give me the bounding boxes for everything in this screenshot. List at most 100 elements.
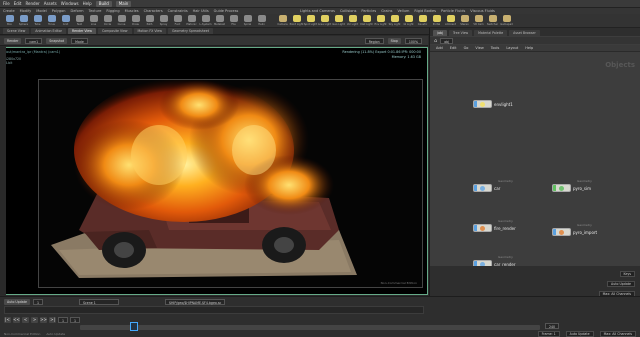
path-field[interactable]: $HIP/geo/$HIPNAME.$F4.bgeo.sc	[165, 298, 226, 305]
node-pyro-sim[interactable]: pyro_sim Geometry	[552, 179, 592, 192]
network-menu-add[interactable]: Add	[436, 46, 443, 50]
shelf-tab[interactable]: Model	[36, 9, 47, 13]
start-frame-field[interactable]: 1	[70, 316, 81, 323]
frame-range-track[interactable]	[80, 325, 540, 330]
tool-grid[interactable]: Grid	[60, 14, 71, 27]
tool-point-light[interactable]: Point Light	[290, 14, 303, 27]
auto-update-button[interactable]: Auto Update	[4, 298, 30, 305]
current-frame-field[interactable]: 1	[58, 316, 69, 323]
network-tab[interactable]: Material Palette	[474, 30, 508, 36]
shelf-tab[interactable]: Rigging	[106, 9, 119, 13]
tool-ambient[interactable]: Ambient	[445, 14, 456, 27]
shelf-tab[interactable]: Rigid Bodies	[414, 9, 436, 13]
play-icon[interactable]: >	[31, 316, 38, 323]
render-button[interactable]: Render	[4, 37, 22, 44]
tool-gamepad[interactable]: Gamepad	[500, 14, 513, 27]
home-icon[interactable]: ⌂	[434, 38, 437, 44]
shelf-tab[interactable]: Collisions	[340, 9, 356, 13]
menu-item-windows[interactable]: Windows	[61, 1, 79, 6]
timeline-ruler[interactable]	[4, 306, 424, 314]
network-tab[interactable]: /obj	[433, 30, 447, 36]
tab-geometry-spreadsheet[interactable]: Geometry Spreadsheet	[167, 28, 213, 34]
tool-l-system[interactable]: L-System	[200, 14, 212, 27]
auto-update-select[interactable]: Auto Update	[607, 281, 635, 287]
node-body[interactable]	[473, 184, 492, 192]
tool-line[interactable]: Line	[88, 14, 99, 27]
node-body[interactable]	[473, 224, 492, 232]
node-fire-render[interactable]: fire_render Geometry	[473, 219, 516, 232]
tab-composite-view[interactable]: Composite View	[97, 28, 132, 34]
network-menu-go[interactable]: Go	[464, 46, 469, 50]
status-field[interactable]: Auto Update	[565, 330, 594, 337]
status-field[interactable]: Max: All Channels	[599, 330, 636, 337]
tab-render-view[interactable]: Render View	[68, 28, 96, 34]
node-body[interactable]	[552, 184, 571, 192]
skip-end-icon[interactable]: >|	[49, 316, 56, 323]
tool-geo-light[interactable]: Geo Light	[332, 14, 345, 27]
scene-field[interactable]: Scene 1	[79, 298, 119, 305]
display-flag[interactable]	[474, 225, 477, 231]
network-tab[interactable]: Asset Browser	[509, 30, 540, 36]
shelf-tab[interactable]: Muscles	[125, 9, 139, 13]
zoom-select[interactable]: 100%	[404, 37, 422, 44]
mode-select[interactable]: Mode	[71, 37, 88, 44]
menu-item-help[interactable]: Help	[83, 1, 92, 6]
shelf-tab[interactable]: Particles	[361, 9, 376, 13]
tool-switcher[interactable]: Switcher	[487, 14, 498, 27]
shelf-tab[interactable]: Particle Fluids	[441, 9, 465, 13]
shelf-tab[interactable]: Hair Utils	[193, 9, 209, 13]
shelf-tab[interactable]: Deform	[71, 9, 84, 13]
tool-env-light[interactable]: Env Light	[374, 14, 387, 27]
tool-area-light[interactable]: Area Light	[318, 14, 331, 27]
shelf-tab[interactable]: Viscous Fluids	[470, 9, 495, 13]
tool-draw[interactable]: Draw	[130, 14, 141, 27]
camera-select[interactable]: cam1	[25, 37, 43, 44]
tool-box[interactable]: Box	[4, 14, 15, 27]
menu-item-assets[interactable]: Assets	[44, 1, 57, 6]
node-car[interactable]: car Geometry	[473, 179, 513, 192]
network-tab[interactable]: Tree View	[448, 30, 473, 36]
shelf-tab[interactable]: Lights and Cameras	[300, 9, 335, 13]
main-select[interactable]: Main	[115, 0, 132, 7]
tool-spot-light[interactable]: Spot Light	[304, 14, 317, 27]
tool-curve[interactable]: Curve	[116, 14, 127, 27]
step-back-icon[interactable]: <<	[13, 316, 20, 323]
tool-vr-cam[interactable]: VR Cam	[473, 14, 484, 27]
play-reverse-icon[interactable]: <	[22, 316, 29, 323]
shelf-tab[interactable]: Grains	[381, 9, 392, 13]
network-menu-tools[interactable]: Tools	[491, 46, 500, 50]
menu-item-edit[interactable]: Edit	[14, 1, 22, 6]
shelf-tab[interactable]: Polygon	[52, 9, 66, 13]
shelf-tab[interactable]: Create	[3, 9, 15, 13]
tool-sky-light[interactable]: Sky Light	[389, 14, 400, 27]
node-pyro-import[interactable]: pyro_import Geometry	[552, 223, 597, 236]
tool-vol-light[interactable]: Vol Light	[347, 14, 358, 27]
menu-item-file[interactable]: File	[3, 1, 10, 6]
tool-circle[interactable]: Circle	[102, 14, 113, 27]
node-body[interactable]	[552, 228, 571, 236]
shelf-tab[interactable]: Vellum	[398, 9, 410, 13]
network-menu-help[interactable]: Help	[525, 46, 533, 50]
tool-tube[interactable]: Tube	[32, 14, 43, 27]
tool-torus[interactable]: Torus	[46, 14, 57, 27]
tab-scene-view[interactable]: Scene View	[3, 28, 30, 34]
region-select[interactable]: Region	[364, 37, 384, 44]
shelf-tab[interactable]: Constraints	[168, 9, 188, 13]
shelf-tab[interactable]: Guide Process	[214, 9, 239, 13]
tool-gi-light[interactable]: GI Light	[403, 14, 414, 27]
shelf-tab[interactable]: Texture	[89, 9, 102, 13]
node-body[interactable]	[473, 100, 492, 108]
tool-stereo[interactable]: Stereo	[459, 14, 470, 27]
network-editor[interactable]: /obj Tree View Material Palette Asset Brows…	[429, 28, 640, 297]
end-frame-field[interactable]: 240	[545, 323, 560, 329]
render-viewport[interactable]: /out/mantra_ipr (Mantra) (cam1) Renderin…	[0, 47, 428, 295]
tool-platonic[interactable]: Platonic	[186, 14, 197, 27]
tab-motion-fx-view[interactable]: Motion FX View	[133, 28, 166, 34]
menu-item-render[interactable]: Render	[25, 1, 39, 6]
snapshot-button[interactable]: Snapshot	[46, 37, 68, 44]
skip-start-icon[interactable]: |<	[4, 316, 11, 323]
tool-font[interactable]: Font	[172, 14, 183, 27]
network-menu-view[interactable]: View	[475, 46, 483, 50]
tool-camera[interactable]: Camera	[277, 14, 288, 27]
desktop-select[interactable]: Build	[95, 0, 112, 7]
